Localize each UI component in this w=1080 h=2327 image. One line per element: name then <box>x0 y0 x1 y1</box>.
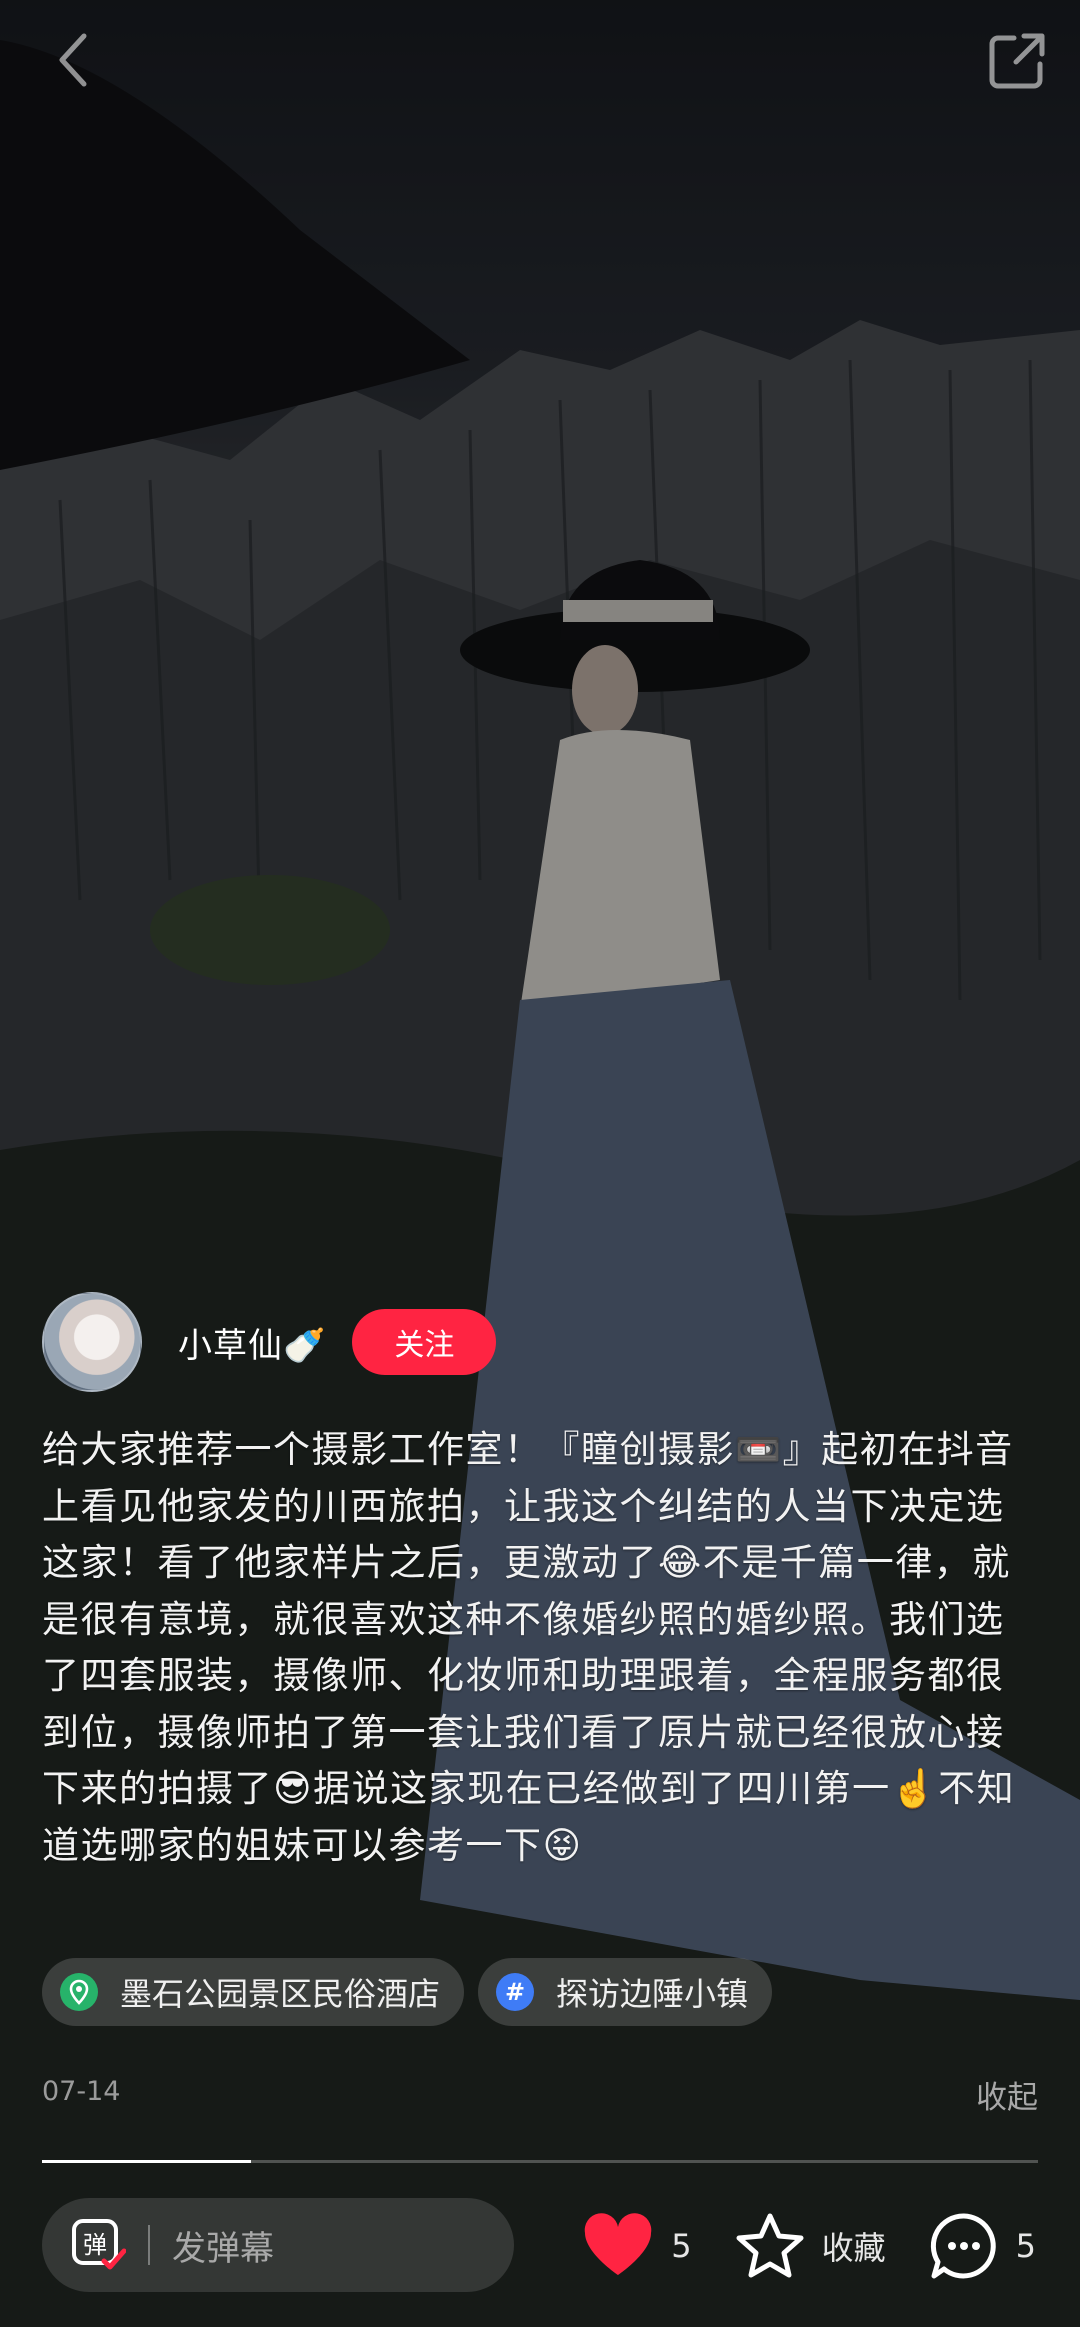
danmu-icon[interactable]: 弹 <box>70 2217 127 2273</box>
danmu-input[interactable]: 弹 发弹幕 <box>42 2198 514 2292</box>
location-tag-label: 墨石公园景区民俗酒店 <box>120 1975 441 2013</box>
danmu-placeholder: 发弹幕 <box>172 2228 274 2269</box>
action-bar: 5 收藏 5 <box>581 2206 1036 2286</box>
author-row: 小草仙🍼 关注 <box>42 1292 497 1392</box>
post-date: 07-14 <box>42 2076 121 2107</box>
favorite-button[interactable]: 收藏 <box>734 2211 886 2281</box>
svg-text:弹: 弹 <box>83 2231 107 2259</box>
comment-button[interactable]: 5 <box>928 2210 1036 2282</box>
like-button[interactable]: 5 <box>581 2213 692 2279</box>
star-icon <box>736 2213 804 2278</box>
post-description: 给大家推荐一个摄影工作室！『瞳创摄影📼』起初在抖音上看见他家发的川西旅拍，让我这… <box>42 1428 1016 1867</box>
comment-bubble-icon <box>930 2213 996 2279</box>
likes-count: 5 <box>671 2227 692 2265</box>
hashtag-icon: # <box>496 1973 535 2011</box>
author-name[interactable]: 小草仙🍼 <box>178 1318 326 1367</box>
follow-button[interactable]: 关注 <box>352 1309 497 1375</box>
share-button[interactable] <box>984 28 1050 94</box>
avatar[interactable] <box>42 1292 142 1392</box>
favorite-label: 收藏 <box>821 2229 886 2267</box>
chevron-left-icon <box>59 33 87 87</box>
location-pin-icon <box>60 1973 98 2011</box>
location-tag[interactable]: 墨石公园景区民俗酒店 <box>42 1958 465 2026</box>
heart-icon <box>584 2213 652 2275</box>
share-icon <box>989 33 1045 89</box>
progress-fill <box>42 2160 252 2163</box>
media-progress-bar[interactable] <box>42 2160 1038 2163</box>
tag-list: 墨石公园景区民俗酒店 # 探访边陲小镇 <box>42 1958 773 2026</box>
collapse-button[interactable]: 收起 <box>976 2072 1038 2117</box>
back-button[interactable] <box>44 28 108 92</box>
divider <box>148 2225 150 2265</box>
topic-tag-label: 探访边陲小镇 <box>556 1975 749 2013</box>
comments-count: 5 <box>1015 2227 1036 2265</box>
topic-tag[interactable]: # 探访边陲小镇 <box>478 1958 773 2026</box>
